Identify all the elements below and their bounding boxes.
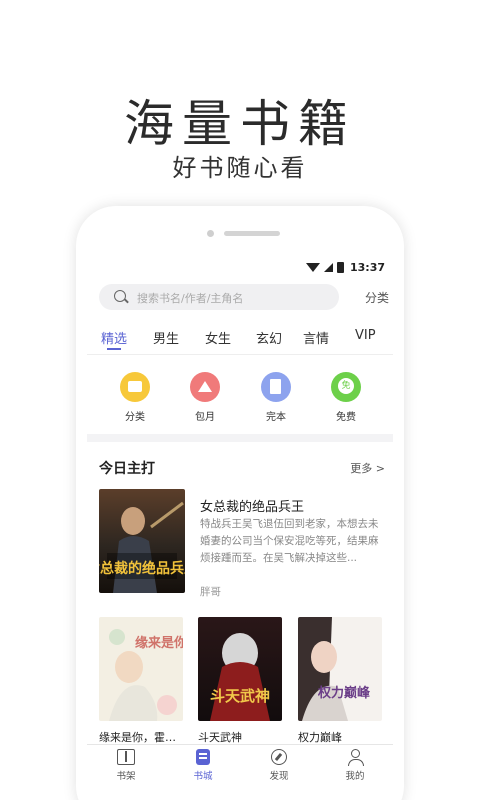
search-row: 搜索书名/作者/主角名 分类 [99, 284, 389, 310]
section-title: 今日主打 [99, 461, 155, 477]
bottom-navigation: 书架 书城 发现 我的 [87, 744, 393, 784]
crown-icon [190, 372, 220, 402]
status-bar: 13:37 [87, 258, 393, 278]
nav-discover-label: 发现 [269, 771, 289, 782]
nav-bookstore-label: 书城 [193, 771, 213, 782]
quick-monthly-label: 包月 [195, 412, 215, 423]
featured-description: 特战兵王吴飞退伍回到老家，本想去未婚妻的公司当个保安混吃等死，结果麻烦接踵而至。… [200, 518, 379, 564]
quick-completed-label: 完本 [266, 412, 286, 423]
hero-subtitle: 好书随心看 [172, 154, 308, 182]
tab-romance[interactable]: 言情 [303, 328, 329, 347]
bookshelf-icon [117, 749, 135, 765]
quick-category-label: 分类 [125, 412, 145, 423]
nav-bookstore[interactable]: 书城 [183, 749, 223, 782]
wifi-icon [305, 263, 320, 272]
book-cover: 权力巅峰 [298, 617, 382, 721]
tab-male[interactable]: 男生 [153, 328, 179, 347]
featured-cover-title: 女总裁的绝品兵王 [99, 560, 185, 577]
channel-tabs: 精选 男生 女生 玄幻 言情 VIP [87, 328, 393, 350]
profile-icon [347, 749, 364, 766]
book-icon [261, 372, 291, 402]
book-cover-title: 权力巅峰 [317, 685, 371, 701]
search-input[interactable]: 搜索书名/作者/主角名 [99, 284, 339, 310]
quick-category[interactable]: 分类 [110, 372, 160, 423]
nav-discover[interactable]: 发现 [259, 749, 299, 782]
search-icon [114, 290, 126, 302]
more-link[interactable]: 更多 > [350, 460, 385, 476]
featured-cover[interactable]: 女总裁的绝品兵王 [99, 489, 185, 593]
quick-free-label: 免费 [336, 412, 356, 423]
book-cover-title: 斗天武神 [210, 687, 270, 705]
category-link[interactable]: 分类 [365, 289, 389, 306]
compass-icon [271, 749, 287, 765]
category-icon [120, 372, 150, 402]
book-cover: 缘来是你 [99, 617, 183, 721]
tab-fantasy[interactable]: 玄幻 [256, 328, 282, 347]
nav-profile-label: 我的 [345, 771, 365, 782]
book-card[interactable]: 斗天武神 斗天武神 [198, 617, 282, 745]
active-tab-indicator [107, 348, 121, 350]
hero-title: 海量书籍 [124, 95, 356, 153]
signal-icon [323, 263, 333, 272]
status-time: 13:37 [349, 261, 385, 274]
speaker-grille [224, 231, 280, 236]
free-icon [331, 372, 361, 402]
nav-bookshelf-label: 书架 [116, 771, 136, 782]
camera-dot [207, 230, 214, 237]
book-card[interactable]: 缘来是你 缘来是你，霍少... [99, 617, 183, 745]
book-cover: 斗天武神 [198, 617, 282, 721]
tab-featured[interactable]: 精选 [101, 328, 127, 347]
book-title: 斗天武神 [198, 731, 242, 744]
app-screen: 13:37 搜索书名/作者/主角名 分类 精选 男生 女生 玄幻 言情 VIP … [87, 258, 393, 784]
nav-bookshelf[interactable]: 书架 [106, 749, 146, 782]
section-divider [87, 434, 393, 442]
book-title: 缘来是你，霍少... [99, 731, 183, 744]
quick-completed[interactable]: 完本 [251, 372, 301, 423]
tabs-divider [87, 354, 393, 355]
bookstore-icon [196, 749, 210, 765]
featured-title[interactable]: 女总裁的绝品兵王 [200, 496, 304, 515]
featured-author: 胖哥 [200, 586, 221, 598]
battery-icon [336, 262, 344, 273]
book-cover-title: 缘来是你 [135, 635, 183, 651]
tab-female[interactable]: 女生 [205, 328, 231, 347]
book-card[interactable]: 权力巅峰 权力巅峰 [298, 617, 382, 745]
quick-monthly[interactable]: 包月 [180, 372, 230, 423]
search-placeholder: 搜索书名/作者/主角名 [137, 292, 244, 305]
nav-profile[interactable]: 我的 [335, 749, 375, 782]
tab-vip[interactable]: VIP [355, 328, 376, 343]
quick-free[interactable]: 免费 [321, 372, 371, 423]
book-title: 权力巅峰 [298, 731, 342, 744]
